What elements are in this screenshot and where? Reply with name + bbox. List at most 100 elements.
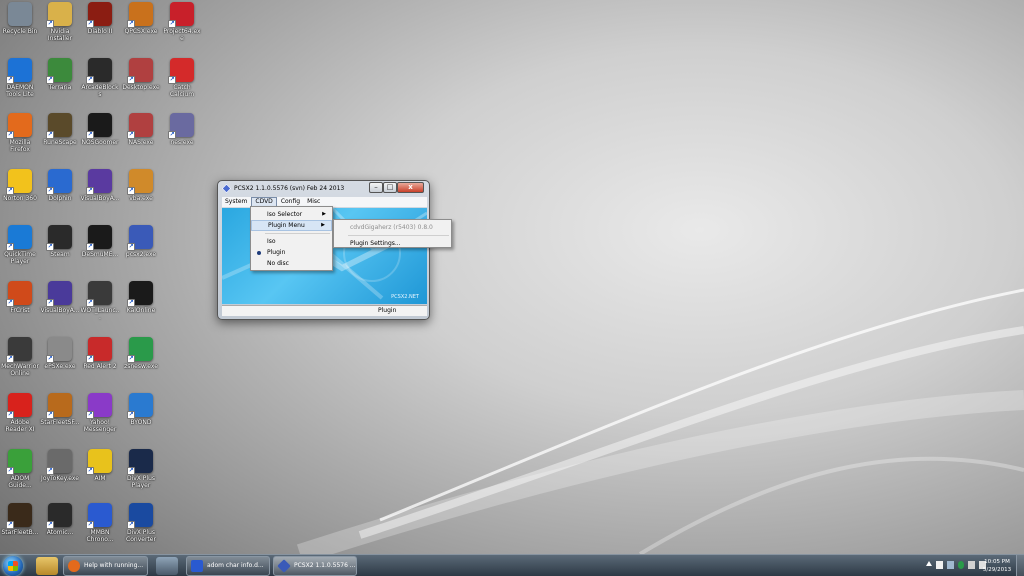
desktop-icon-label: JoyToKey.exe <box>41 475 79 482</box>
close-button[interactable]: x <box>397 182 424 193</box>
desktop-icon[interactable]: ↗ ADOM Guide... <box>0 449 40 489</box>
desktop-icon[interactable]: ↗ FrCrist <box>0 281 40 314</box>
menu-system[interactable]: System <box>222 197 250 207</box>
desktop-icon-label: Diablo II <box>87 28 113 35</box>
desktop-icon[interactable]: ↗ WOT_Launc... <box>80 281 120 321</box>
menu-item-plugin[interactable]: Plugin <box>251 247 332 258</box>
menu-item-label: No disc <box>267 260 289 267</box>
desktop-icon[interactable]: ↗ StarFleetB... <box>0 503 40 536</box>
adobe-reader-icon: ↗ <box>6 393 32 419</box>
desktop-icon[interactable]: ↗ MMBN Chrono... <box>80 503 120 543</box>
desktop-icon[interactable]: ↗ ArcadeBlocks <box>80 58 120 98</box>
window-titlebar[interactable]: PCSX2 1.1.0.5576 (svn) Feb 24 2013 – □ x <box>218 181 429 196</box>
minimize-button[interactable]: – <box>369 182 383 193</box>
menu-item-label: Iso <box>267 238 276 245</box>
desktop-icon-label: QPCSX.exe <box>124 28 158 35</box>
byond-icon: ↗ <box>127 393 153 419</box>
menu-item-label: Plugin <box>267 249 286 256</box>
menu-item-no-disc[interactable]: No disc <box>251 258 332 269</box>
taskbar: Help with running... adom char info.d...… <box>0 554 1024 576</box>
desktop-icon-label: zsnesw.exe <box>124 363 158 370</box>
desktop-icon[interactable]: ↗ QuickTime Player <box>0 225 40 265</box>
desktop-icon[interactable]: ↗ Norton 360 <box>0 169 40 202</box>
show-desktop-button[interactable] <box>1016 555 1024 576</box>
shortcut-arrow-icon: ↗ <box>127 411 135 419</box>
menu-item-iso[interactable]: Iso <box>251 236 332 247</box>
desktop-icon[interactable]: ↗ Adobe Reader XI <box>0 393 40 433</box>
plugin-info-item: cdvdGigaherz (r5403) 0.8.0 <box>334 222 451 233</box>
desktop-icon-label: Desktop.exe <box>122 84 160 91</box>
chrome-icon[interactable] <box>957 561 965 569</box>
app-quicklaunch-icon[interactable] <box>156 557 178 575</box>
desktop-icon-label: nes.exe <box>170 139 194 146</box>
task-pcsx2[interactable]: PCSX2 1.1.0.5576 ... <box>273 556 357 576</box>
desktop-icon[interactable]: ↗ RuneScape <box>40 113 80 146</box>
clock[interactable]: 10:05 PM 5/29/2013 <box>982 558 1012 574</box>
maximize-button[interactable]: □ <box>383 182 397 193</box>
desktop-icon-label: Terraria <box>48 84 72 91</box>
desktop-icon[interactable]: ↗ Steam <box>40 225 80 258</box>
desktop-icon-label: NOSGoomer <box>81 139 119 146</box>
arrow-up-icon[interactable] <box>926 561 932 566</box>
desktop-icon-label: MMBN Chrono... <box>86 529 114 543</box>
firefox-icon <box>68 560 80 572</box>
desktop-icon-label: Mozilla Firefox <box>9 139 31 153</box>
desktop-icon[interactable]: ↗ Atomic... <box>40 503 80 536</box>
desktop-icon[interactable]: ↗ DAEMON Tools Lite <box>0 58 40 98</box>
flag-icon[interactable] <box>936 561 943 569</box>
desktop-icon[interactable]: ↗ DeSmuME... <box>80 225 120 258</box>
desktop-icon[interactable]: ↗ Nvidia Installer <box>40 2 80 42</box>
desktop-icon[interactable]: ↗ JoyToKey.exe <box>40 449 80 482</box>
desktop-icon[interactable]: ↗ vba.exe <box>121 169 161 202</box>
monitor-icon[interactable] <box>946 561 954 569</box>
desktop-icon[interactable]: ↗ Mozilla Firefox <box>0 113 40 153</box>
desktop-icon[interactable]: ↗ zsnesw.exe <box>121 337 161 370</box>
network-icon[interactable] <box>968 561 976 569</box>
desktop-icon[interactable]: ↗ Diablo II <box>80 2 120 35</box>
desktop-icon[interactable]: ↗ Terraria <box>40 58 80 91</box>
desktop-icon[interactable]: ↗ MechWarrior Online <box>0 337 40 377</box>
desktop-icon[interactable]: ↗ Dolphin <box>40 169 80 202</box>
explorer-icon[interactable] <box>36 557 58 575</box>
desktop-icon[interactable]: ↗ AIM <box>80 449 120 482</box>
desktop-icon[interactable]: ↗ BYOND <box>121 393 161 426</box>
firefox-icon: ↗ <box>6 113 32 139</box>
desktop-icon[interactable]: ↗ NAS.exe <box>121 113 161 146</box>
desktop-icon[interactable]: ↗ QPCSX.exe <box>121 2 161 35</box>
desktop-icon[interactable]: ↗ Desktop.exe <box>121 58 161 91</box>
desktop-icon[interactable]: ↗ KalOnline <box>121 281 161 314</box>
shortcut-arrow-icon: ↗ <box>127 299 135 307</box>
desktop-icon[interactable]: ↗ nes.exe <box>162 113 202 146</box>
desktop-icon-label: StarFleetB... <box>1 529 39 536</box>
shortcut-arrow-icon: ↗ <box>86 243 94 251</box>
desktop-icon[interactable]: ↗ DivX Plus Converter <box>121 503 161 543</box>
task-word[interactable]: adom char info.d... <box>186 556 270 576</box>
desktop-icon[interactable]: Recycle Bin <box>0 2 40 35</box>
desktop-icon[interactable]: ↗ NOSGoomer <box>80 113 120 146</box>
desktop-icon[interactable]: ↗ StarFleetSF... <box>40 393 80 426</box>
desktop-icon-label: VisualBoyA... <box>80 195 120 202</box>
desktop-icon[interactable]: ↗ VisualBoyA... <box>80 169 120 202</box>
menu-item-plugin-menu[interactable]: Plugin Menu ▶ <box>251 220 332 231</box>
desktop-icon[interactable]: ↗ ePSXe.exe <box>40 337 80 370</box>
shortcut-arrow-icon: ↗ <box>6 243 14 251</box>
shortcut-arrow-icon: ↗ <box>127 131 135 139</box>
shortcut-arrow-icon: ↗ <box>46 187 54 195</box>
desktop-icon[interactable]: ↗ Project64.exe <box>162 2 202 42</box>
desktop-icon[interactable]: ↗ Yahoo! Messenger <box>80 393 120 433</box>
desktop: Recycle Bin ↗ Nvidia Installer ↗ Diablo II ↗ Q… <box>0 0 1024 554</box>
desktop-icon-label: Atomic... <box>46 529 74 536</box>
status-text: Plugin <box>378 307 397 314</box>
plugin-settings-item[interactable]: Plugin Settings... <box>334 238 451 249</box>
task-firefox[interactable]: Help with running... <box>63 556 148 576</box>
menu-item-iso-selector[interactable]: Iso Selector ▶ <box>251 209 332 220</box>
desktop-icon[interactable]: ↗ Red Alert 2 <box>80 337 120 370</box>
desktop-icon[interactable]: ↗ pcsx2.exe <box>121 225 161 258</box>
desktop-icon[interactable]: ↗ DivX Plus Player <box>121 449 161 489</box>
start-button[interactable] <box>3 556 23 576</box>
dolphin-icon: ↗ <box>46 169 72 195</box>
desktop-icon[interactable]: ↗ VisualBoyA... <box>40 281 80 314</box>
mmbn-icon: ↗ <box>86 503 112 529</box>
desktop-icon-label: ArcadeBlocks <box>81 84 119 98</box>
desktop-icon[interactable]: ↗ Catch Calcium <box>162 58 202 98</box>
